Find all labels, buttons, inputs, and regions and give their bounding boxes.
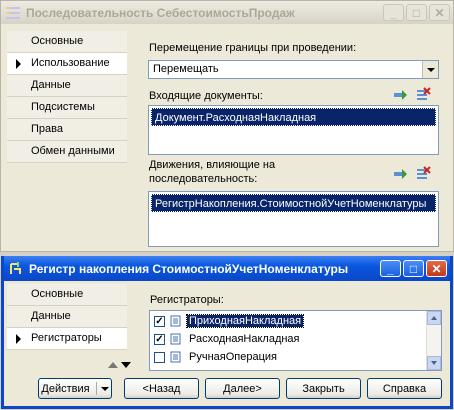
help-label: Справка <box>382 382 427 395</box>
maximize-icon: □ <box>412 5 421 20</box>
close-dialog-button[interactable]: Закрыть <box>286 378 361 399</box>
tab-label: Регистраторы <box>31 332 102 344</box>
scroll-down-button[interactable] <box>427 356 441 370</box>
back-label: <Назад <box>142 382 181 395</box>
next-label: Далее> <box>223 382 262 395</box>
tab-label: Обмен данными <box>31 145 115 157</box>
window-title: Регистр накопления СтоимостнойУчетНоменк… <box>29 261 349 276</box>
border-move-select[interactable]: Перемещать <box>148 60 439 79</box>
scroll-up-button[interactable] <box>427 311 441 325</box>
minimize-icon: _ <box>387 261 394 276</box>
actions-button[interactable]: Действия <box>38 378 112 399</box>
checkbox-checked[interactable]: ✓ <box>154 315 165 327</box>
list-item[interactable]: РегистрНакопления.СтоимостнойУчетНоменкл… <box>151 194 436 212</box>
minimize-icon: _ <box>390 5 397 20</box>
chevron-down-icon <box>100 386 109 391</box>
selected-arrow-icon <box>16 334 21 344</box>
window-title: Последовательность СебестоимостьПродаж <box>26 5 295 20</box>
tab-ispolzovanie[interactable]: Использование <box>7 53 127 75</box>
maximize-button[interactable]: □ <box>403 260 424 277</box>
border-move-label: Перемещение границы при проведении: <box>149 42 357 54</box>
close-icon: ✕ <box>431 261 442 276</box>
delete-document-icon[interactable] <box>415 87 431 103</box>
chevron-down-icon <box>431 361 437 365</box>
tab-label: Основные <box>31 288 84 300</box>
selected-arrow-icon <box>16 59 21 69</box>
tab-registratory[interactable]: Регистраторы <box>7 328 127 350</box>
movements-list[interactable]: РегистрНакопления.СтоимостнойУчетНоменкл… <box>148 191 439 247</box>
sequence-window: Последовательность СебестоимостьПродаж _… <box>0 0 454 252</box>
tab-dannye[interactable]: Данные <box>7 306 127 328</box>
checkbox-unchecked[interactable] <box>154 351 165 363</box>
help-button[interactable]: Справка <box>367 378 442 399</box>
actions-label: Действия <box>41 382 90 395</box>
movements-label-line2: последовательность: <box>149 173 258 185</box>
register-window-titlebar[interactable]: Регистр накопления СтоимостнойУчетНоменк… <box>4 256 450 281</box>
close-label: Закрыть <box>302 382 345 395</box>
list-item[interactable]: ✓ РасходнаяНакладная <box>154 331 302 347</box>
tab-prava[interactable]: Права <box>7 119 127 141</box>
registrar-name: РучнаяОперация <box>189 351 277 363</box>
document-icon <box>170 333 181 345</box>
registrar-name: РасходнаяНакладная <box>189 333 300 345</box>
add-document-icon[interactable] <box>392 87 408 103</box>
maximize-icon: □ <box>409 261 418 276</box>
list-item[interactable]: ✓ ПриходнаяНакладная <box>154 313 305 329</box>
registrars-label: Регистраторы: <box>150 294 224 306</box>
registrar-name: ПриходнаяНакладная <box>185 314 305 328</box>
next-button[interactable]: Далее> <box>205 378 280 399</box>
tab-label: Использование <box>31 57 110 69</box>
registrars-scrollbar[interactable] <box>426 311 441 370</box>
chevron-down-icon <box>426 67 435 72</box>
list-item[interactable]: Документ.РасходнаяНакладная <box>151 108 436 126</box>
back-button[interactable]: <Назад <box>124 378 199 399</box>
minimize-button[interactable]: _ <box>380 260 401 277</box>
tab-label: Права <box>31 123 63 135</box>
document-icon <box>170 315 181 327</box>
checkbox-checked[interactable]: ✓ <box>154 333 165 345</box>
tab-osnovnye[interactable]: Основные <box>7 284 127 306</box>
close-icon: ✕ <box>434 5 445 20</box>
close-button[interactable]: ✕ <box>429 4 450 21</box>
movements-label-line1: Движения, влияющие на <box>149 159 276 171</box>
tab-podsistemy[interactable]: Подсистемы <box>7 97 127 119</box>
chevron-up-icon <box>431 316 437 320</box>
registrars-list[interactable]: ✓ ПриходнаяНакладная ✓ РасходнаяНакладна… <box>149 310 442 371</box>
maximize-button[interactable]: □ <box>406 4 427 21</box>
incoming-docs-list[interactable]: Документ.РасходнаяНакладная <box>148 105 439 155</box>
sequence-icon <box>6 6 20 19</box>
tab-osnovnye[interactable]: Основные <box>7 31 127 53</box>
tab-label: Подсистемы <box>31 101 95 113</box>
dropdown-button[interactable] <box>422 61 438 78</box>
tab-obmen-dannymi[interactable]: Обмен данными <box>7 141 127 163</box>
tab-label: Данные <box>31 79 71 91</box>
separator <box>95 382 97 395</box>
add-movement-icon[interactable] <box>392 166 408 182</box>
back-tab-list: Основные Использование Данные Подсистемы… <box>7 31 127 163</box>
register-icon <box>10 261 21 274</box>
tab-label: Данные <box>31 310 71 322</box>
front-tab-list: Основные Данные Регистраторы <box>7 284 127 350</box>
incoming-docs-label: Входящие документы: <box>149 90 263 102</box>
border-move-value: Перемещать <box>153 63 219 75</box>
tabs-scroll-down[interactable] <box>121 362 131 368</box>
delete-movement-icon[interactable] <box>415 166 431 182</box>
list-item[interactable]: РучнаяОперация <box>154 349 279 365</box>
sequence-window-titlebar[interactable]: Последовательность СебестоимостьПродаж _… <box>1 1 453 24</box>
tabs-scroll-up[interactable] <box>108 362 118 368</box>
document-icon <box>170 351 181 363</box>
tab-dannye[interactable]: Данные <box>7 75 127 97</box>
close-button[interactable]: ✕ <box>426 260 447 277</box>
tab-label: Основные <box>31 35 84 47</box>
minimize-button[interactable]: _ <box>383 4 404 21</box>
